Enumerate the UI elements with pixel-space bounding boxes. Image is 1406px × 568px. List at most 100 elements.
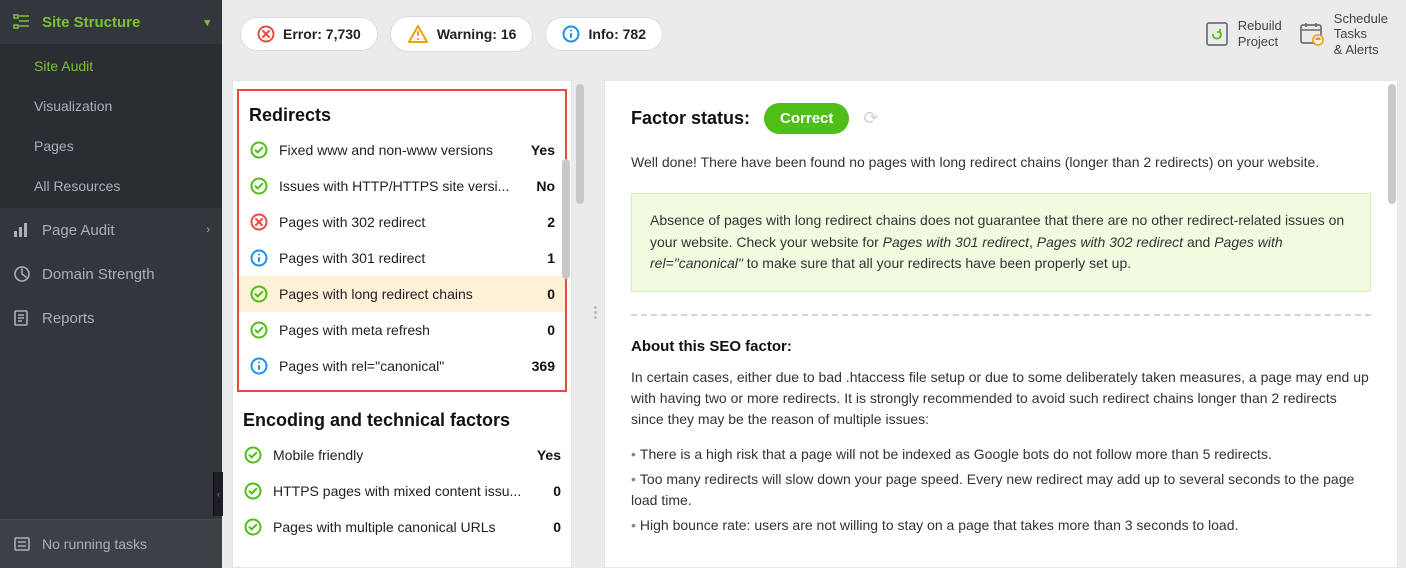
redirect-row-3[interactable]: Pages with 301 redirect1 bbox=[239, 240, 565, 276]
redirect-value-4: 0 bbox=[547, 286, 555, 302]
note-part-c: and bbox=[1183, 234, 1214, 250]
redirects-heading: Redirects bbox=[239, 97, 565, 132]
redirect-row-1[interactable]: Issues with HTTP/HTTPS site versi... No bbox=[239, 168, 565, 204]
redirect-value-6: 369 bbox=[532, 358, 555, 374]
redirect-label-0: Fixed www and non-www versions bbox=[279, 142, 521, 158]
dashed-separator bbox=[631, 314, 1371, 316]
pill-info-label: Info: 782 bbox=[588, 26, 646, 42]
ok-icon bbox=[243, 482, 263, 500]
about-paragraph: In certain cases, either due to bad .hta… bbox=[631, 367, 1371, 430]
right-scrollbar-thumb[interactable] bbox=[1388, 84, 1396, 204]
ok-icon bbox=[243, 518, 263, 536]
note-part-b: , bbox=[1029, 234, 1037, 250]
info-icon bbox=[249, 249, 269, 267]
sidebar-reports[interactable]: Reports bbox=[0, 296, 222, 340]
sidebar-site-structure[interactable]: Site Structure ▾ bbox=[0, 0, 222, 44]
sidebar-domain-strength-label: Domain Strength bbox=[42, 266, 155, 283]
top-actions: Rebuild Project Schedule Tasks & Alerts bbox=[1188, 11, 1388, 58]
redirect-row-2[interactable]: Pages with 302 redirect 2 bbox=[239, 204, 565, 240]
encoding-value-0: Yes bbox=[537, 447, 561, 463]
schedule-tasks-button[interactable]: Schedule Tasks & Alerts bbox=[1298, 11, 1388, 58]
sidebar-collapse-handle[interactable]: ‹ bbox=[213, 472, 223, 516]
chevron-right-icon: › bbox=[206, 224, 210, 236]
tasks-icon bbox=[12, 534, 32, 554]
domain-strength-icon bbox=[12, 264, 32, 284]
encoding-value-2: 0 bbox=[553, 519, 561, 535]
encoding-row-1[interactable]: HTTPS pages with mixed content issu...0 bbox=[233, 473, 571, 509]
sidebar-item-all-resources[interactable]: All Resources bbox=[0, 166, 222, 206]
about-bullets: There is a high risk that a page will no… bbox=[631, 444, 1371, 536]
status-line: Factor status: Correct ⟳ bbox=[631, 103, 1371, 134]
well-done-text: Well done! There have been found no page… bbox=[631, 152, 1371, 173]
chevron-down-icon: ▾ bbox=[204, 16, 210, 29]
sidebar-submenu: Site Audit Visualization Pages All Resou… bbox=[0, 44, 222, 208]
encoding-label-2: Pages with multiple canonical URLs bbox=[273, 519, 543, 535]
reports-icon bbox=[12, 308, 32, 328]
redirect-label-2: Pages with 302 redirect bbox=[279, 214, 537, 230]
note-italic-2: Pages with 302 redirect bbox=[1037, 234, 1183, 250]
redirect-row-4[interactable]: Pages with long redirect chains0 bbox=[239, 276, 565, 312]
rebuild-text: Rebuild Project bbox=[1238, 18, 1282, 49]
warning-icon bbox=[407, 24, 429, 44]
factors-panel: Redirects Fixed www and non-www versions… bbox=[232, 80, 572, 568]
pill-error[interactable]: Error: 7,730 bbox=[240, 17, 378, 51]
sidebar-site-structure-label: Site Structure bbox=[42, 14, 140, 31]
rebuild-line2: Project bbox=[1238, 34, 1282, 50]
sidebar-item-pages[interactable]: Pages bbox=[0, 126, 222, 166]
rebuild-icon bbox=[1204, 20, 1230, 48]
pill-warning[interactable]: Warning: 16 bbox=[390, 16, 534, 52]
sidebar-item-visualization[interactable]: Visualization bbox=[0, 86, 222, 126]
schedule-line3: & Alerts bbox=[1334, 42, 1388, 58]
sidebar-page-audit[interactable]: Page Audit › bbox=[0, 208, 222, 252]
sidebar: Site Structure ▾ Site Audit Visualizatio… bbox=[0, 0, 222, 568]
schedule-line2: Tasks bbox=[1334, 26, 1388, 42]
ok-icon bbox=[249, 285, 269, 303]
status-badge: Correct bbox=[764, 103, 849, 134]
refresh-icon[interactable]: ⟳ bbox=[863, 108, 878, 129]
about-heading: About this SEO factor: bbox=[631, 338, 1371, 355]
sidebar-reports-label: Reports bbox=[42, 310, 95, 327]
left-scrollbar-thumb[interactable] bbox=[562, 159, 570, 279]
ok-icon bbox=[249, 177, 269, 195]
schedule-line1: Schedule bbox=[1334, 11, 1388, 27]
pill-info[interactable]: Info: 782 bbox=[545, 17, 663, 51]
redirect-label-1: Issues with HTTP/HTTPS site versi... bbox=[279, 178, 526, 194]
schedule-icon bbox=[1298, 20, 1326, 48]
encoding-heading: Encoding and technical factors bbox=[233, 402, 571, 437]
redirect-label-6: Pages with rel="canonical" bbox=[279, 358, 522, 374]
rebuild-line1: Rebuild bbox=[1238, 18, 1282, 34]
factor-status-label: Factor status: bbox=[631, 108, 750, 129]
outer-scrollbar-thumb[interactable] bbox=[576, 84, 584, 204]
redirects-highlight-box: Redirects Fixed www and non-www versions… bbox=[237, 89, 567, 392]
redirect-value-1: No bbox=[536, 178, 555, 194]
ok-icon bbox=[249, 321, 269, 339]
topbar: Error: 7,730 Warning: 16 Info: 782 Rebui… bbox=[222, 0, 1406, 68]
redirect-row-6[interactable]: Pages with rel="canonical" 369 bbox=[239, 348, 565, 384]
encoding-row-0[interactable]: Mobile friendly Yes bbox=[233, 437, 571, 473]
note-italic-1: Pages with 301 redirect bbox=[883, 234, 1029, 250]
err-icon bbox=[249, 213, 269, 231]
encoding-row-2[interactable]: Pages with multiple canonical URLs 0 bbox=[233, 509, 571, 545]
page-audit-icon bbox=[12, 220, 32, 240]
bullet-2: Too many redirects will slow down your p… bbox=[631, 469, 1371, 511]
ok-icon bbox=[249, 141, 269, 159]
pane-resize-handle[interactable] bbox=[590, 302, 600, 322]
bullet-3: High bounce rate: users are not willing … bbox=[631, 515, 1371, 536]
pill-warning-label: Warning: 16 bbox=[437, 26, 517, 42]
details-panel: Factor status: Correct ⟳ Well done! Ther… bbox=[604, 80, 1398, 568]
redirect-row-0[interactable]: Fixed www and non-www versionsYes bbox=[239, 132, 565, 168]
redirect-row-5[interactable]: Pages with meta refresh0 bbox=[239, 312, 565, 348]
encoding-value-1: 0 bbox=[553, 483, 561, 499]
note-part-d: to make sure that all your redirects hav… bbox=[743, 255, 1131, 271]
redirect-value-2: 2 bbox=[547, 214, 555, 230]
redirect-label-3: Pages with 301 redirect bbox=[279, 250, 537, 266]
sidebar-footer-label: No running tasks bbox=[42, 536, 147, 552]
sidebar-footer[interactable]: No running tasks bbox=[0, 519, 222, 568]
sidebar-page-audit-label: Page Audit bbox=[42, 222, 115, 239]
redirect-value-5: 0 bbox=[547, 322, 555, 338]
rebuild-project-button[interactable]: Rebuild Project bbox=[1204, 18, 1282, 49]
sidebar-domain-strength[interactable]: Domain Strength bbox=[0, 252, 222, 296]
encoding-label-0: Mobile friendly bbox=[273, 447, 527, 463]
sidebar-item-site-audit[interactable]: Site Audit bbox=[0, 46, 222, 86]
error-icon bbox=[257, 25, 275, 43]
